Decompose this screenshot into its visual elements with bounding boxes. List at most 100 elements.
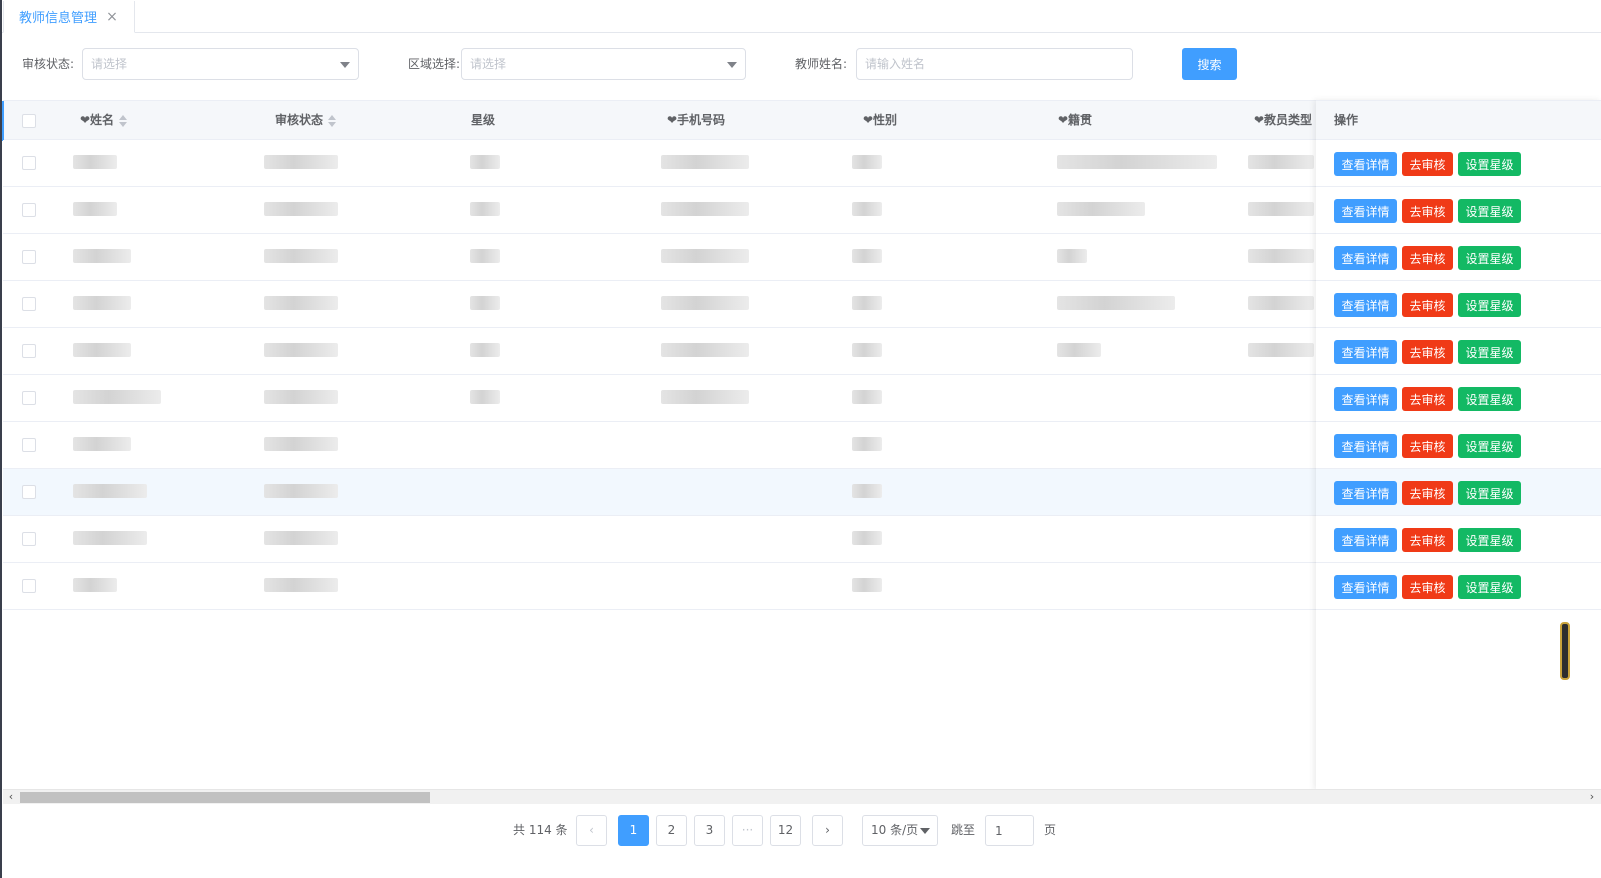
scrollbar-thumb[interactable] bbox=[20, 792, 430, 803]
row-checkbox[interactable] bbox=[22, 579, 36, 593]
redacted-cell bbox=[73, 578, 117, 592]
region-label: 区域选择: bbox=[408, 57, 461, 71]
set-star-button[interactable]: 设置星级 bbox=[1458, 293, 1521, 317]
set-star-button[interactable]: 设置星级 bbox=[1458, 199, 1521, 223]
view-detail-button[interactable]: 查看详情 bbox=[1334, 387, 1397, 411]
teacher-name-label: 教师姓名: bbox=[795, 57, 848, 71]
audit-button[interactable]: 去审核 bbox=[1402, 434, 1453, 458]
close-icon[interactable]: × bbox=[105, 9, 119, 25]
audit-button[interactable]: 去审核 bbox=[1402, 293, 1453, 317]
set-star-button[interactable]: 设置星级 bbox=[1458, 481, 1521, 505]
set-star-button[interactable]: 设置星级 bbox=[1458, 152, 1521, 176]
side-drag-handle[interactable] bbox=[1560, 622, 1570, 680]
row-checkbox[interactable] bbox=[22, 156, 36, 170]
row-checkbox[interactable] bbox=[22, 391, 36, 405]
redacted-cell bbox=[470, 343, 500, 357]
audit-button[interactable]: 去审核 bbox=[1402, 387, 1453, 411]
header-name[interactable]: ❤姓名 bbox=[80, 101, 128, 139]
header-actions: 操作 bbox=[1316, 100, 1601, 140]
audit-button[interactable]: 去审核 bbox=[1402, 575, 1453, 599]
redacted-cell bbox=[661, 343, 749, 357]
actions-row: 查看详情 去审核 设置星级 bbox=[1316, 281, 1601, 328]
audit-button[interactable]: 去审核 bbox=[1402, 199, 1453, 223]
redacted-cell bbox=[264, 155, 338, 169]
scroll-right-icon[interactable]: › bbox=[1585, 790, 1599, 804]
header-audit-status[interactable]: 审核状态 bbox=[275, 101, 337, 139]
actions-row: 查看详情 去审核 设置星级 bbox=[1316, 375, 1601, 422]
audit-status-select[interactable]: 请选择 bbox=[82, 48, 359, 80]
row-checkbox[interactable] bbox=[22, 438, 36, 452]
set-star-button[interactable]: 设置星级 bbox=[1458, 434, 1521, 458]
chevron-down-icon bbox=[920, 828, 930, 834]
redacted-cell bbox=[1057, 249, 1087, 263]
view-detail-button[interactable]: 查看详情 bbox=[1334, 528, 1397, 552]
page-size-value: 10 条/页 bbox=[871, 823, 919, 837]
redacted-cell bbox=[470, 202, 500, 216]
page-size-select[interactable]: 10 条/页 bbox=[862, 815, 938, 846]
set-star-button[interactable]: 设置星级 bbox=[1458, 340, 1521, 364]
view-detail-button[interactable]: 查看详情 bbox=[1334, 340, 1397, 364]
view-detail-button[interactable]: 查看详情 bbox=[1334, 199, 1397, 223]
redacted-cell bbox=[1248, 249, 1314, 263]
row-checkbox[interactable] bbox=[22, 485, 36, 499]
audit-button[interactable]: 去审核 bbox=[1402, 340, 1453, 364]
scroll-left-icon[interactable]: ‹ bbox=[4, 790, 18, 804]
horizontal-scrollbar[interactable]: ‹ › bbox=[3, 789, 1601, 804]
redacted-cell bbox=[264, 296, 338, 310]
view-detail-button[interactable]: 查看详情 bbox=[1334, 246, 1397, 270]
tab-bar: 教师信息管理 × bbox=[0, 0, 1601, 878]
audit-button[interactable]: 去审核 bbox=[1402, 246, 1453, 270]
view-detail-button[interactable]: 查看详情 bbox=[1334, 293, 1397, 317]
redacted-cell bbox=[852, 390, 882, 404]
header-accent bbox=[2, 101, 4, 141]
set-star-button[interactable]: 设置星级 bbox=[1458, 528, 1521, 552]
jump-label: 跳至 bbox=[951, 823, 976, 837]
redacted-cell bbox=[264, 390, 338, 404]
redacted-cell bbox=[470, 390, 500, 404]
redacted-cell bbox=[73, 531, 147, 545]
page-button-1[interactable]: 1 bbox=[618, 815, 649, 846]
sort-icon[interactable] bbox=[119, 114, 128, 127]
row-checkbox[interactable] bbox=[22, 250, 36, 264]
audit-button[interactable]: 去审核 bbox=[1402, 528, 1453, 552]
page-button-3[interactable]: 3 bbox=[694, 815, 725, 846]
set-star-button[interactable]: 设置星级 bbox=[1458, 575, 1521, 599]
redacted-cell bbox=[852, 249, 882, 263]
redacted-cell bbox=[470, 249, 500, 263]
next-page-button[interactable]: › bbox=[812, 815, 843, 846]
actions-column: 操作 查看详情 去审核 设置星级 查看详情 去审核 设置星级 查看详情 去审核 设置星级 查看详情… bbox=[1316, 100, 1601, 790]
page-button-2[interactable]: 2 bbox=[656, 815, 687, 846]
redacted-cell bbox=[661, 202, 749, 216]
redacted-cell bbox=[661, 155, 749, 169]
view-detail-button[interactable]: 查看详情 bbox=[1334, 575, 1397, 599]
page-button-12[interactable]: 12 bbox=[770, 815, 801, 846]
actions-row: 查看详情 去审核 设置星级 bbox=[1316, 469, 1601, 516]
search-button[interactable]: 搜索 bbox=[1182, 48, 1237, 80]
redacted-cell bbox=[1057, 155, 1217, 169]
tab-teacher-info[interactable]: 教师信息管理 × bbox=[3, 1, 135, 33]
redacted-cell bbox=[264, 249, 338, 263]
teacher-name-input[interactable] bbox=[856, 48, 1133, 80]
redacted-cell bbox=[1248, 202, 1314, 216]
tab-label[interactable]: 教师信息管理 bbox=[19, 7, 97, 26]
select-all-checkbox[interactable] bbox=[22, 114, 36, 128]
view-detail-button[interactable]: 查看详情 bbox=[1334, 481, 1397, 505]
audit-button[interactable]: 去审核 bbox=[1402, 152, 1453, 176]
redacted-cell bbox=[470, 296, 500, 310]
row-checkbox[interactable] bbox=[22, 297, 36, 311]
view-detail-button[interactable]: 查看详情 bbox=[1334, 152, 1397, 176]
view-detail-button[interactable]: 查看详情 bbox=[1334, 434, 1397, 458]
region-select[interactable]: 请选择 bbox=[461, 48, 746, 80]
set-star-button[interactable]: 设置星级 bbox=[1458, 246, 1521, 270]
set-star-button[interactable]: 设置星级 bbox=[1458, 387, 1521, 411]
sort-icon[interactable] bbox=[328, 114, 337, 127]
row-checkbox[interactable] bbox=[22, 203, 36, 217]
audit-button[interactable]: 去审核 bbox=[1402, 481, 1453, 505]
prev-page-button[interactable]: ‹ bbox=[576, 815, 607, 846]
redacted-cell bbox=[1248, 155, 1314, 169]
jump-page-input[interactable] bbox=[985, 815, 1034, 846]
row-checkbox[interactable] bbox=[22, 532, 36, 546]
more-pages-icon[interactable]: ··· bbox=[732, 815, 763, 846]
actions-row: 查看详情 去审核 设置星级 bbox=[1316, 516, 1601, 563]
row-checkbox[interactable] bbox=[22, 344, 36, 358]
